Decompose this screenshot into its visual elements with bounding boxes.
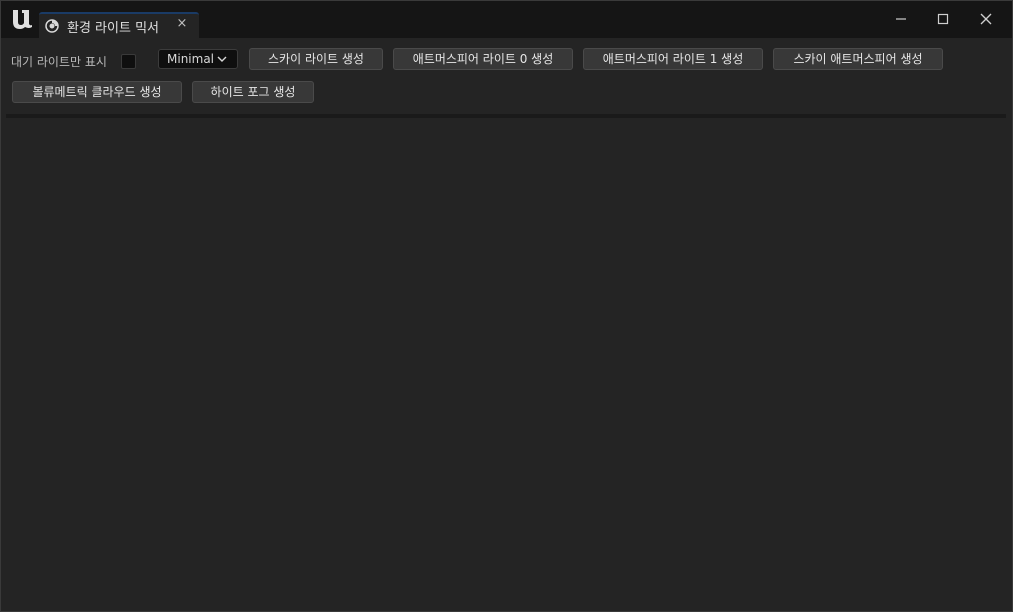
maximize-button[interactable] xyxy=(921,1,965,38)
show-standby-lights-label: 대기 라이트만 표시 xyxy=(11,55,107,69)
minimize-button[interactable] xyxy=(879,1,923,38)
create-atmosphere-light-1-button[interactable]: 애트머스피어 라이트 1 생성 xyxy=(583,48,763,70)
create-sky-light-button[interactable]: 스카이 라이트 생성 xyxy=(249,48,383,70)
environment-light-mixer-icon xyxy=(45,19,59,33)
app-window: 환경 라이트 믹서 × 대기 라이트만 표시 Minimal 스카이 라이트 생… xyxy=(0,0,1013,612)
minimize-icon xyxy=(896,18,906,20)
maximize-icon xyxy=(937,13,949,25)
close-button[interactable] xyxy=(964,1,1008,38)
tab-label: 환경 라이트 믹서 xyxy=(67,21,159,36)
create-sky-atmosphere-button[interactable]: 스카이 애트머스피어 생성 xyxy=(773,48,943,70)
mode-combo[interactable]: Minimal xyxy=(158,49,238,69)
create-height-fog-button[interactable]: 하이트 포그 생성 xyxy=(192,81,314,103)
mixer-content-area xyxy=(6,118,1006,603)
chevron-down-icon xyxy=(217,56,227,62)
close-icon xyxy=(980,13,992,25)
show-standby-lights-checkbox[interactable] xyxy=(121,54,136,69)
title-bar[interactable]: 환경 라이트 믹서 × xyxy=(1,1,1012,38)
toolbar: 대기 라이트만 표시 Minimal 스카이 라이트 생성 애트머스피어 라이트… xyxy=(1,38,1012,114)
create-volumetric-cloud-button[interactable]: 볼류메트릭 클라우드 생성 xyxy=(12,81,182,103)
tab-environment-light-mixer[interactable]: 환경 라이트 믹서 × xyxy=(39,12,199,38)
unreal-engine-logo-icon[interactable] xyxy=(10,7,34,31)
create-atmosphere-light-0-button[interactable]: 애트머스피어 라이트 0 생성 xyxy=(393,48,573,70)
mode-combo-value: Minimal xyxy=(167,52,215,66)
tab-close-icon[interactable]: × xyxy=(175,16,189,31)
